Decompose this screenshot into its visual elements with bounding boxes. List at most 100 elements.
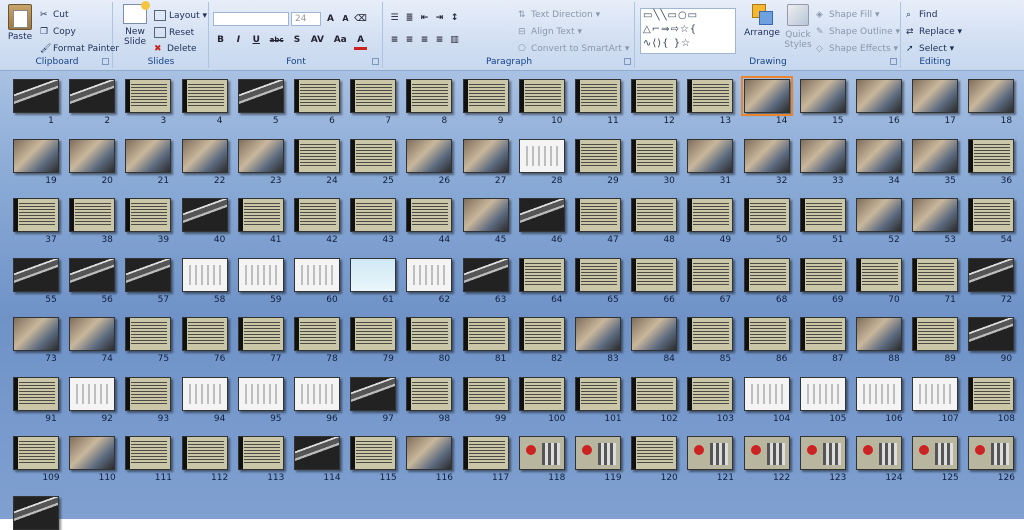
- slide-thumbnail[interactable]: [294, 79, 340, 113]
- slide-thumbnail[interactable]: [518, 436, 565, 470]
- slide-thumbnail[interactable]: [799, 198, 846, 232]
- slide-thumbnail[interactable]: [799, 436, 846, 470]
- slide-thumbnail[interactable]: [631, 198, 678, 232]
- slide-thumbnail[interactable]: [743, 257, 790, 292]
- slide-thumbnail[interactable]: [687, 79, 734, 113]
- font-color-button[interactable]: A: [354, 34, 368, 50]
- slide-thumbnail[interactable]: [294, 198, 340, 232]
- slide-thumbnail[interactable]: [406, 198, 453, 232]
- slide-thumbnail[interactable]: [462, 376, 509, 411]
- slide-thumbnail[interactable]: [856, 317, 902, 351]
- numbering-icon[interactable]: ≣: [403, 12, 416, 25]
- slide-thumbnail[interactable]: [237, 436, 284, 470]
- slide-thumbnail[interactable]: [631, 376, 678, 411]
- slide-thumbnail[interactable]: [125, 198, 172, 232]
- slide-thumbnail[interactable]: [743, 436, 790, 470]
- quick-styles-button[interactable]: Quick Styles: [782, 4, 814, 50]
- slide-thumbnail[interactable]: [799, 257, 846, 292]
- slide-thumbnail[interactable]: [575, 138, 621, 173]
- strikethrough-button[interactable]: abc: [268, 34, 286, 47]
- slide-thumbnail[interactable]: [912, 376, 959, 411]
- slide-thumbnail[interactable]: [575, 436, 621, 470]
- slide-thumbnail[interactable]: [350, 376, 397, 411]
- slide-thumbnail[interactable]: [294, 376, 340, 411]
- slide-thumbnail[interactable]: [575, 317, 621, 351]
- slide-thumbnail[interactable]: [575, 376, 621, 411]
- slide-thumbnail[interactable]: [462, 257, 509, 292]
- slide-thumbnail[interactable]: [575, 79, 621, 113]
- slide-thumbnail[interactable]: [294, 257, 340, 292]
- slide-thumbnail[interactable]: [687, 376, 734, 411]
- slide-thumbnail[interactable]: [69, 317, 116, 351]
- arrange-button[interactable]: Arrange: [742, 4, 782, 38]
- find-button[interactable]: ⌕ Find: [906, 10, 937, 20]
- slide-thumbnail[interactable]: [518, 138, 565, 173]
- cut-button[interactable]: ✂ Cut: [40, 10, 69, 20]
- text-direction-button[interactable]: ⇅ Text Direction ▾: [518, 10, 600, 20]
- slide-thumbnail[interactable]: [856, 436, 902, 470]
- slide-thumbnail[interactable]: [237, 376, 284, 411]
- slide-thumbnail[interactable]: [181, 436, 228, 470]
- slide-thumbnail[interactable]: [912, 317, 959, 351]
- slide-thumbnail[interactable]: [181, 198, 228, 232]
- slide-thumbnail[interactable]: [856, 79, 902, 113]
- slide-thumbnail[interactable]: [687, 138, 734, 173]
- slide-thumbnail[interactable]: [462, 79, 509, 113]
- clear-formatting-button[interactable]: ⌫: [354, 13, 367, 26]
- slide-thumbnail[interactable]: [856, 198, 902, 232]
- line-spacing-icon[interactable]: ↕: [448, 12, 461, 25]
- bullets-icon[interactable]: ☰: [388, 12, 401, 25]
- slide-thumbnail[interactable]: [968, 138, 1015, 173]
- slide-thumbnail[interactable]: [968, 436, 1015, 470]
- align-left-icon[interactable]: ≡: [388, 34, 401, 47]
- slide-thumbnail[interactable]: [518, 198, 565, 232]
- slide-thumbnail[interactable]: [13, 138, 59, 173]
- slide-thumbnail[interactable]: [462, 436, 509, 470]
- increase-indent-icon[interactable]: ⇥: [433, 12, 446, 25]
- slide-thumbnail[interactable]: [406, 79, 453, 113]
- slide-thumbnail[interactable]: [237, 317, 284, 351]
- slide-thumbnail[interactable]: [237, 138, 284, 173]
- slide-thumbnail[interactable]: [856, 376, 902, 411]
- slide-thumbnail[interactable]: [462, 138, 509, 173]
- slide-thumbnail[interactable]: [406, 317, 453, 351]
- slide-thumbnail[interactable]: [799, 376, 846, 411]
- slide-thumbnail[interactable]: [575, 198, 621, 232]
- slide-thumbnail[interactable]: [912, 436, 959, 470]
- slide-thumbnail[interactable]: [518, 317, 565, 351]
- slide-thumbnail[interactable]: [968, 317, 1015, 351]
- slide-thumbnail[interactable]: [69, 436, 116, 470]
- slide-sorter-pane[interactable]: 1 2 3 4 5 6 7 8 9 10 11 12 13 14 15 16 17 18 19 20 21 22 23 24 2…: [0, 71, 1024, 530]
- slide-thumbnail[interactable]: [912, 198, 959, 232]
- slide-thumbnail[interactable]: [631, 79, 678, 113]
- drawing-dialog-launcher[interactable]: [890, 58, 897, 65]
- slide-thumbnail[interactable]: [13, 79, 59, 113]
- shapes-gallery[interactable]: ▭╲╲▭○▭ △⌐⇒⇨☆{∿⟨⟩{ }☆: [640, 8, 736, 54]
- char-spacing-button[interactable]: AV: [308, 34, 326, 47]
- slide-thumbnail[interactable]: [350, 79, 397, 113]
- slide-thumbnail[interactable]: [294, 436, 340, 470]
- shape-effects-button[interactable]: ◇ Shape Effects ▾: [816, 44, 898, 54]
- slide-thumbnail[interactable]: [462, 317, 509, 351]
- slide-thumbnail[interactable]: [13, 436, 59, 470]
- bold-button[interactable]: B: [214, 34, 227, 47]
- align-right-icon[interactable]: ≡: [418, 34, 431, 47]
- slide-thumbnail[interactable]: [518, 79, 565, 113]
- slide-thumbnail[interactable]: [799, 138, 846, 173]
- convert-smartart-button[interactable]: ⎔ Convert to SmartArt ▾: [518, 44, 629, 54]
- slide-thumbnail[interactable]: [687, 257, 734, 292]
- slide-thumbnail[interactable]: [350, 317, 397, 351]
- underline-button[interactable]: U: [250, 34, 263, 47]
- align-center-icon[interactable]: ≡: [403, 34, 416, 47]
- slide-thumbnail[interactable]: [968, 257, 1015, 292]
- slide-thumbnail[interactable]: [181, 138, 228, 173]
- slide-thumbnail[interactable]: [125, 79, 172, 113]
- slide-thumbnail[interactable]: [631, 138, 678, 173]
- columns-icon[interactable]: ▥: [448, 34, 461, 47]
- slide-thumbnail[interactable]: [13, 376, 59, 411]
- slide-thumbnail[interactable]: [631, 317, 678, 351]
- slide-thumbnail[interactable]: [69, 198, 116, 232]
- slide-thumbnail[interactable]: [406, 376, 453, 411]
- copy-button[interactable]: ❐ Copy: [40, 27, 76, 37]
- italic-button[interactable]: I: [232, 34, 245, 47]
